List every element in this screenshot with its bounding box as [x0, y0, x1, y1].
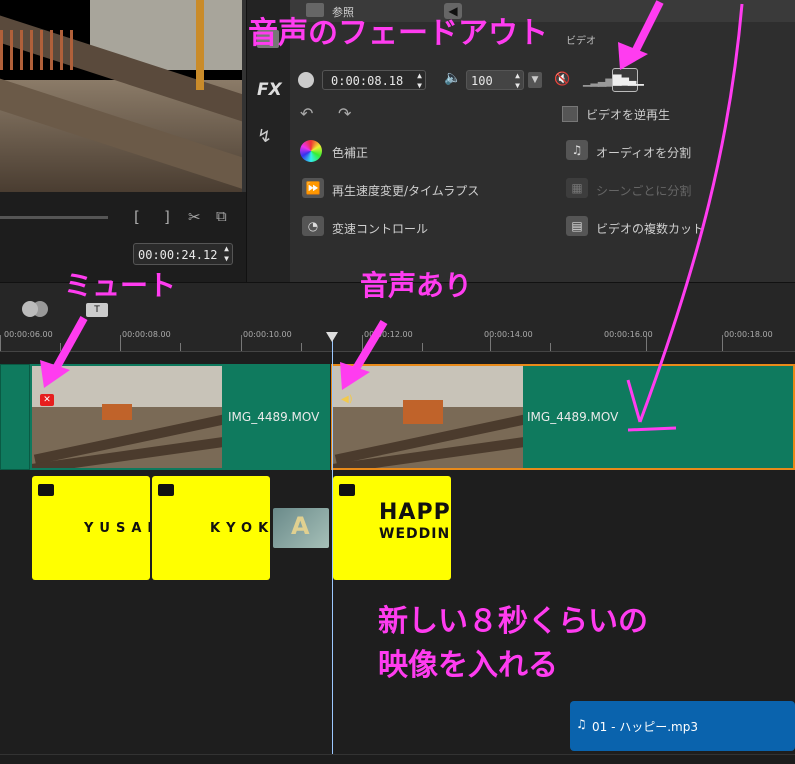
annotation-fade-out: 音声のフェードアウト [248, 16, 548, 51]
rotate-right-icon[interactable]: ↷ [338, 104, 351, 123]
preview-timecode-value: 00:00:24.12 [138, 248, 218, 262]
ruler-tick [550, 343, 551, 351]
audio-on-icon[interactable]: ◀) [341, 394, 353, 405]
ruler-label: 00:00:06.00 [4, 330, 53, 339]
ruler-tick [422, 343, 423, 351]
timeline-ruler[interactable]: 00:00:06.00 00:00:08.00 00:00:10.00 00:0… [0, 326, 795, 352]
ruler-tick [60, 343, 61, 351]
music-clip[interactable]: ♫ 01 - ハッピー.mp3 [570, 701, 795, 751]
mark-in-button[interactable]: [ [134, 208, 140, 226]
duration-field[interactable]: 0:00:08.18 ▲ ▼ [322, 70, 426, 90]
ruler-label: 00:00:10.00 [243, 330, 292, 339]
title-clip-1[interactable]: YUSAK [32, 476, 150, 580]
annotation-insert-line2: 映像を入れる [378, 648, 558, 683]
ruler-tick [301, 343, 302, 351]
path-icon[interactable]: ↯ [257, 126, 272, 147]
ruler-tick [180, 343, 181, 351]
duration-spinner-icon[interactable]: ▲ ▼ [417, 71, 422, 91]
playhead-marker[interactable] [326, 332, 338, 342]
reverse-checkbox[interactable] [562, 106, 578, 122]
speaker-icon: 🔈 [444, 70, 462, 86]
reverse-label: ビデオを逆再生 [586, 108, 671, 122]
split-audio-icon[interactable]: ♫ [566, 140, 588, 160]
ruler-label: 00:00:14.00 [484, 330, 533, 339]
preview-scrubber[interactable] [0, 216, 108, 219]
speed-icon[interactable]: ⏩ [302, 178, 324, 198]
annotation-mute: ミュート [64, 269, 177, 302]
playhead-line[interactable] [332, 333, 333, 754]
annotation-insert-line1: 新しい８秒くらいの [378, 604, 648, 639]
fade-in-icon[interactable]: ▁▂▃▅ [583, 74, 614, 87]
variable-speed-icon[interactable]: ◔ [302, 216, 324, 236]
ruler-tick [120, 335, 121, 351]
ruler-tick [722, 335, 723, 351]
transition-icon: A [291, 512, 310, 540]
mark-out-button[interactable]: ] [164, 208, 170, 226]
title-clip-tag-icon [38, 484, 54, 496]
multi-trim-icon[interactable]: ▤ [566, 216, 588, 236]
volume-value: 100 [471, 74, 493, 88]
volume-dropdown-icon[interactable]: ▼ [528, 72, 542, 88]
music-clip-name: 01 - ハッピー.mp3 [592, 720, 698, 734]
mute-icon[interactable]: 🔇 [554, 72, 570, 87]
volume-field[interactable]: 100 ▲ ▼ [466, 70, 524, 90]
fx-icon[interactable]: FX [257, 80, 282, 100]
overlay-icon[interactable] [22, 301, 38, 317]
ruler-label: 00:00:18.00 [724, 330, 773, 339]
video-clip-prev[interactable] [0, 364, 30, 470]
scissors-icon[interactable]: ✂ [188, 208, 201, 226]
transition-clip[interactable]: A [273, 508, 329, 548]
multi-trim-label[interactable]: ビデオの複数カット [596, 220, 704, 237]
video-clip-1[interactable]: IMG_4489.MOV ✕ [30, 364, 330, 470]
title-clip-2-text: KYOKO [210, 521, 270, 536]
color-wheel-icon[interactable] [300, 140, 322, 162]
ruler-tick [646, 335, 647, 351]
copy-icon[interactable]: ⧉ [216, 207, 227, 225]
title-clip-tag-icon [339, 484, 355, 496]
rotate-left-icon[interactable]: ↶ [300, 104, 313, 123]
clip-2-name: IMG_4489.MOV [527, 410, 619, 424]
fade-out-icon[interactable]: ▇▅▃▁ [612, 68, 644, 92]
ruler-tick [362, 335, 363, 351]
clip-thumbnail [32, 366, 222, 468]
ruler-tick [0, 335, 1, 351]
annotation-has-audio: 音声あり [360, 269, 473, 302]
preview-window [0, 0, 242, 192]
duration-value: 0:00:08.18 [331, 74, 404, 88]
title-clip-3[interactable]: HAPP WEDDIN [333, 476, 451, 580]
title-clip-3-line1: HAPP [379, 500, 451, 525]
title-clip-2[interactable]: KYOKO [152, 476, 270, 580]
preview-timecode[interactable]: 00:00:24.12 ▲ ▼ [133, 243, 233, 265]
split-audio-label[interactable]: オーディオを分割 [596, 144, 691, 161]
title-clip-1-text: YUSAK [84, 521, 150, 536]
music-note-icon: ♫ [576, 717, 587, 731]
ruler-label: 00:00:12.00 [364, 330, 413, 339]
scene-split-label: シーンごとに分割 [596, 184, 692, 198]
variable-speed-label[interactable]: 変速コントロール [332, 220, 428, 237]
title-clip-tag-icon [158, 484, 174, 496]
scene-split-icon: ▦ [566, 178, 588, 198]
ruler-label: 00:00:08.00 [122, 330, 171, 339]
video-clip-2[interactable]: IMG_4489.MOV ◀) [331, 364, 795, 470]
color-correction-label[interactable]: 色補正 [332, 144, 368, 161]
timecode-spinner-icon[interactable]: ▲ ▼ [224, 244, 229, 264]
ruler-tick [490, 335, 491, 351]
clip-thumbnail [333, 366, 523, 468]
clip-1-name: IMG_4489.MOV [228, 410, 320, 424]
section-video-label: ビデオ [566, 36, 596, 47]
muted-audio-icon[interactable]: ✕ [40, 394, 54, 406]
speed-label[interactable]: 再生速度変更/タイムラプス [332, 182, 479, 199]
title-tool-icon[interactable]: T [86, 303, 108, 317]
volume-spinner-icon[interactable]: ▲ ▼ [515, 71, 520, 91]
clock-icon [298, 72, 314, 88]
ruler-tick [241, 335, 242, 351]
title-clip-3-line2: WEDDIN [379, 526, 451, 542]
